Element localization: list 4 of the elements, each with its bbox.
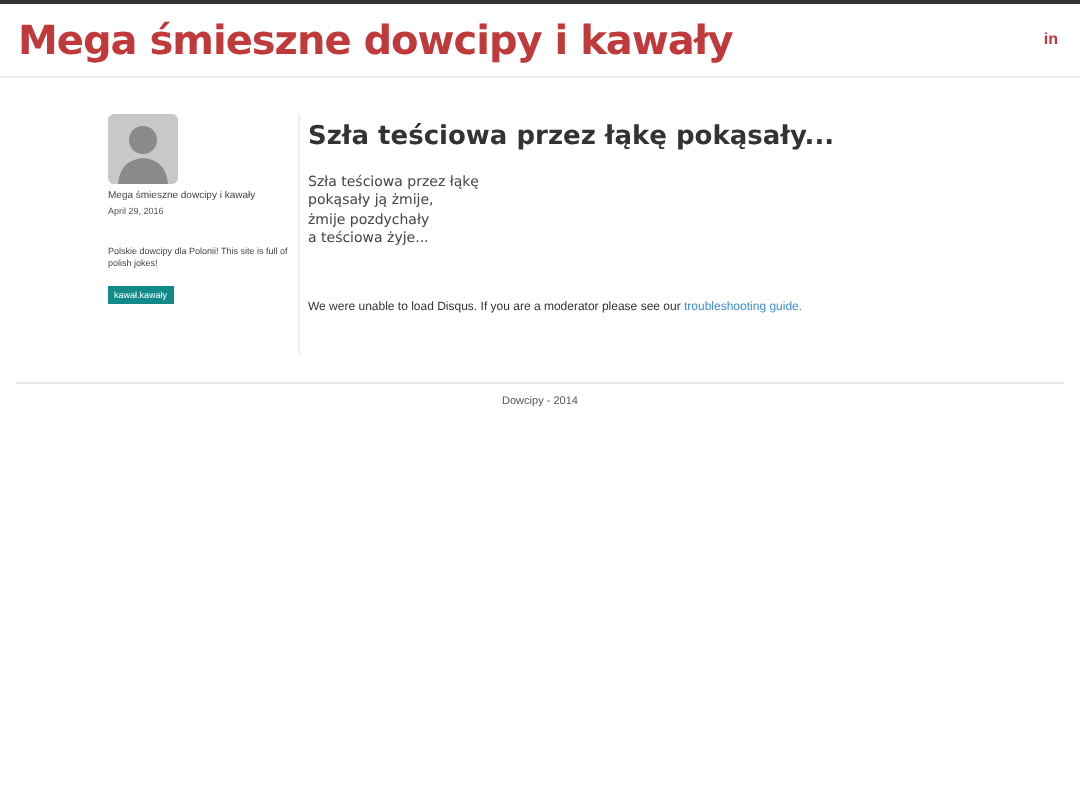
avatar: [108, 114, 178, 184]
post-title: Szła teściowa przez łąkę pokąsały...: [308, 120, 835, 156]
site-title[interactable]: Mega śmieszne dowcipy i kawały: [18, 10, 733, 70]
linkedin-icon[interactable]: in: [1043, 28, 1058, 52]
